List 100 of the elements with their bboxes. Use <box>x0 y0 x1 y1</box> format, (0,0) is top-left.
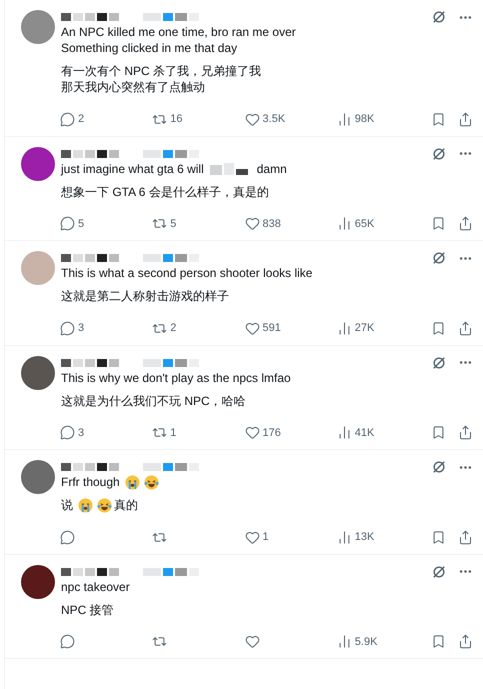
count-text: 2 <box>78 112 84 127</box>
avatar[interactable] <box>21 564 55 598</box>
share-icon <box>458 634 474 650</box>
share-icon <box>458 112 474 127</box>
heart-icon <box>244 112 260 127</box>
count-text: 27K <box>354 321 374 336</box>
laughing-face-icon <box>97 498 112 512</box>
count-text: 3 <box>78 426 84 440</box>
crying-face-icon <box>124 474 140 490</box>
post-text: Frfr though <box>61 474 120 490</box>
bookmark-button[interactable] <box>431 634 446 650</box>
share-button[interactable] <box>458 216 474 232</box>
speech-bubble-icon <box>60 320 75 336</box>
views-button[interactable]: 41K <box>336 424 374 441</box>
post-text: 真的 <box>114 497 138 513</box>
bookmark-button[interactable] <box>431 425 446 440</box>
views-button[interactable]: 98K <box>336 111 374 128</box>
heart-icon <box>244 216 260 232</box>
reply-button[interactable] <box>60 634 75 650</box>
post-text: 想象一下 GTA 6 会是什么样子，真是的 <box>61 184 269 200</box>
repost-button[interactable]: 2 <box>152 320 176 336</box>
share-button[interactable] <box>458 530 474 545</box>
bookmark-button[interactable] <box>431 320 446 336</box>
count-text: 5 <box>78 216 84 232</box>
count-text: 591 <box>262 321 281 336</box>
repost-button[interactable]: 16 <box>152 111 183 128</box>
bookmark-icon <box>431 425 446 440</box>
share-button[interactable] <box>458 425 474 440</box>
bookmark-icon <box>431 112 446 127</box>
share-icon <box>458 216 474 232</box>
bar-chart-icon <box>336 425 352 440</box>
post-text: just imagine what gta 6 will <box>61 160 204 176</box>
bookmark-icon <box>431 216 446 232</box>
count-text: 3.5K <box>262 112 286 127</box>
bar-chart-icon <box>336 112 352 127</box>
count-text: 5 <box>170 216 176 232</box>
reply-button[interactable]: 2 <box>60 111 84 128</box>
count-text: 98K <box>354 112 374 127</box>
crying-face-icon <box>78 498 93 512</box>
heart-icon <box>244 425 260 440</box>
count-text: 41K <box>354 426 374 440</box>
bookmark-icon <box>431 320 446 336</box>
views-button[interactable]: 27K <box>336 320 374 336</box>
count-text: 16 <box>170 112 183 127</box>
post-text: This is why we don't play as the npcs lmfao <box>61 370 291 386</box>
bookmark-button[interactable] <box>431 216 446 232</box>
share-button[interactable] <box>458 320 474 336</box>
reply-button[interactable]: 3 <box>60 424 84 441</box>
share-icon <box>458 530 474 545</box>
post-text: This is what a second person shooter looks like <box>61 265 312 281</box>
share-icon <box>458 320 474 336</box>
speech-bubble-icon <box>60 530 75 545</box>
post-text: Something clicked in me that day <box>61 40 238 56</box>
speech-bubble-icon <box>60 425 75 440</box>
avatar[interactable] <box>21 356 55 390</box>
speech-bubble-icon <box>60 216 75 232</box>
count-text: 1 <box>170 426 176 440</box>
like-button[interactable]: 591 <box>244 320 281 336</box>
bar-chart-icon <box>336 634 352 650</box>
share-button[interactable] <box>458 634 474 650</box>
bookmark-icon <box>431 634 446 650</box>
post-text: 这就是第二人称射击游戏的样子 <box>61 288 229 304</box>
post-text: npc takeover <box>61 578 130 594</box>
reply-button[interactable] <box>60 530 75 545</box>
post-text: 这就是为什么我们不玩 NPC，哈哈 <box>61 392 246 408</box>
post-text: NPC 接管 <box>61 602 114 618</box>
count-text: 5.9K <box>354 634 378 650</box>
like-button[interactable]: 3.5K <box>244 111 286 128</box>
like-button[interactable] <box>244 634 260 650</box>
count-text: 2 <box>170 321 176 336</box>
reply-button[interactable]: 3 <box>60 320 84 336</box>
post-text: An NPC killed me one time, bro ran me over <box>61 24 296 40</box>
reply-button[interactable]: 5 <box>60 216 84 232</box>
heart-icon <box>244 320 260 336</box>
like-button[interactable]: 1 <box>244 529 269 546</box>
bookmark-button[interactable] <box>431 530 446 545</box>
bar-chart-icon <box>336 320 352 336</box>
post-text: 有一次有个 NPC 杀了我，兄弟撞了我 <box>61 63 262 79</box>
repost-button[interactable]: 1 <box>152 424 176 441</box>
speech-bubble-icon <box>60 634 75 650</box>
speech-bubble-icon <box>60 112 75 127</box>
share-icon <box>458 425 474 440</box>
like-button[interactable]: 176 <box>244 424 281 441</box>
views-button[interactable]: 65K <box>336 216 374 232</box>
avatar[interactable] <box>21 146 55 180</box>
count-text: 13K <box>354 530 374 545</box>
bookmark-icon <box>431 530 446 545</box>
views-button[interactable]: 13K <box>336 529 374 546</box>
share-button[interactable] <box>458 112 474 127</box>
repost-button[interactable]: 5 <box>152 216 176 232</box>
heart-icon <box>244 530 260 545</box>
post-text: damn <box>256 160 287 176</box>
views-button[interactable]: 5.9K <box>336 634 378 650</box>
post-text: 那天我内心突然有了点触动 <box>61 79 205 95</box>
bookmark-button[interactable] <box>431 112 446 127</box>
count-text: 3 <box>78 321 84 336</box>
count-text: 838 <box>262 216 281 232</box>
count-text: 1 <box>262 530 269 545</box>
like-button[interactable]: 838 <box>244 216 281 232</box>
bar-chart-icon <box>336 530 352 545</box>
